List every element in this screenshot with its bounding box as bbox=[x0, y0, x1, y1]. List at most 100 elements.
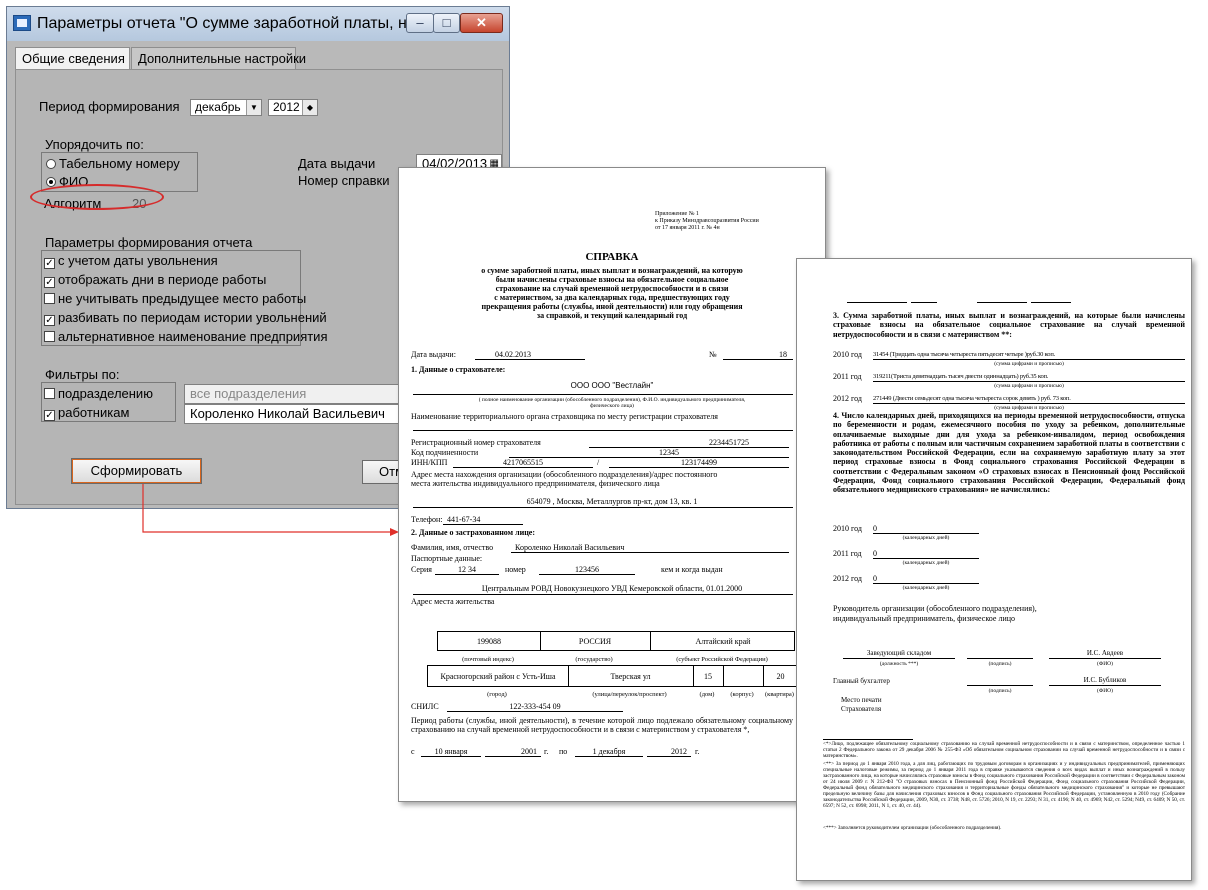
signature-line bbox=[967, 658, 1033, 659]
region-caption: (субъект Российской Федерации) bbox=[676, 656, 768, 663]
divider bbox=[413, 394, 793, 395]
series-label: Серия bbox=[411, 565, 432, 574]
postal-code: 199088 bbox=[477, 637, 501, 646]
kpp-value: 123174499 bbox=[609, 458, 789, 468]
inn-kpp-label: ИНН/КПП bbox=[411, 458, 448, 467]
section-1-title: 1. Данные о страхователе: bbox=[411, 365, 506, 374]
footnote-3: <***> Заполняется руководителем организа… bbox=[823, 825, 1002, 831]
days-2010-label: 2010 год bbox=[833, 524, 862, 533]
apartment-caption: (квартира) bbox=[765, 691, 794, 698]
fio-label: Фамилия, имя, отчество bbox=[411, 543, 494, 552]
phone-label: Телефон: bbox=[411, 515, 443, 524]
address-label-1: Адрес места нахождения организации (обос… bbox=[411, 470, 718, 479]
year-suffix: г. bbox=[544, 747, 549, 756]
year-2011-label: 2011 год bbox=[833, 372, 862, 381]
certificate-page-2: 3. Сумма заработной платы, иных выплат и… bbox=[796, 258, 1192, 881]
days-caption: (календарных дней) bbox=[902, 535, 950, 541]
country: РОССИЯ bbox=[578, 637, 612, 646]
signer-2-name: И.С. Бубликов bbox=[1049, 676, 1161, 686]
sum-caption: (сумма цифрами и прописью) bbox=[994, 383, 1064, 389]
appendix-line-1: Приложение № 1 bbox=[655, 211, 699, 217]
work-period-text: Период работы (службы, иной деятельности… bbox=[411, 716, 793, 735]
country-caption: (государство) bbox=[575, 656, 613, 663]
from-year: 2001 bbox=[485, 747, 541, 757]
divider bbox=[911, 302, 937, 303]
address-table-row-2: Красногорский район с Усть-Иша Тверская … bbox=[427, 665, 797, 687]
issued-by-value: Центральным РОВД Новокузнецкого УВД Кеме… bbox=[481, 584, 743, 593]
house-caption: (дом) bbox=[699, 691, 715, 698]
territorial-body-label: Наименование территориального органа стр… bbox=[411, 412, 718, 421]
passport-label: Паспортные данные: bbox=[411, 554, 483, 563]
section-4-text: 4. Число календарных дней, приходящихся … bbox=[833, 411, 1185, 495]
days-caption: (календарных дней) bbox=[902, 560, 950, 566]
days-2011-value: 0 bbox=[873, 549, 979, 559]
street-caption: (улица/переулок/проспект) bbox=[592, 691, 667, 698]
cell-divider bbox=[723, 666, 724, 686]
issued-by-label: кем и когда выдан bbox=[661, 565, 723, 574]
number-text: 18 bbox=[723, 350, 793, 360]
signature-caption: (подпись) bbox=[988, 661, 1012, 667]
signer-1-name: И.С. Авдеев bbox=[1049, 649, 1161, 659]
to-day: 1 декабря bbox=[575, 747, 643, 757]
residence-label: Адрес места жительства bbox=[411, 597, 495, 606]
fio-caption: (ФИО) bbox=[1097, 661, 1113, 667]
address-label-2: места жительства индивидуального предпри… bbox=[411, 479, 660, 488]
series-value: 12 34 bbox=[435, 565, 499, 575]
doc-subtitle-1: о сумме заработной платы, иных выплат и … bbox=[481, 266, 743, 275]
signer-1-position: Заведующий складом bbox=[843, 649, 955, 659]
section-3-text: 3. Сумма заработной платы, иных выплат и… bbox=[833, 311, 1185, 339]
org-note-2: физического лица) bbox=[590, 403, 634, 409]
phone-value: 441-67-34 bbox=[443, 515, 523, 525]
from-day: 10 января bbox=[421, 747, 481, 757]
subordination-label: Код подчиненности bbox=[411, 448, 479, 457]
doc-subtitle-2: были начислены страховые взносы на обяза… bbox=[495, 275, 729, 284]
appendix-line-3: от 17 января 2011 г. № 4н bbox=[655, 225, 720, 231]
city-caption: (город) bbox=[487, 691, 507, 698]
stamp-place-1: Место печати bbox=[841, 696, 882, 704]
snils-label: СНИЛС bbox=[411, 702, 439, 711]
head-text-2: индивидуальный предприниматель, физическ… bbox=[833, 614, 1016, 623]
signer-2-position: Главный бухгалтер bbox=[833, 677, 890, 685]
doc-subtitle-5: прекращения работы (службы, иной деятель… bbox=[481, 302, 743, 311]
inn-value: 4217065515 bbox=[453, 458, 593, 468]
address-table-row-1: 199088 РОССИЯ Алтайский край bbox=[437, 631, 795, 651]
days-caption: (календарных дней) bbox=[902, 585, 950, 591]
postal-code-caption: (почтовый индекс) bbox=[462, 656, 514, 663]
number-caption: № bbox=[709, 350, 717, 359]
apartment: 20 bbox=[776, 672, 785, 681]
certificate-page-1: Приложение № 1 к Приказу Минздравсоцразв… bbox=[398, 167, 826, 802]
number-label: номер bbox=[505, 565, 526, 574]
year-2010-label: 2010 год bbox=[833, 350, 862, 359]
doc-subtitle-6: за справкой, и текущий календарный год bbox=[536, 311, 688, 320]
divider bbox=[413, 507, 793, 508]
snils-value: 122-333-454 09 bbox=[447, 702, 623, 712]
street: Тверская ул bbox=[610, 672, 651, 681]
year-2010-value: 31454 (Тридцать одна тысяча четыреста пя… bbox=[873, 350, 1185, 360]
fio-value: Короленко Николай Васильевич bbox=[511, 543, 789, 553]
divider bbox=[413, 430, 793, 431]
appendix-line-2: к Приказу Минздравсоцразвития России bbox=[655, 218, 759, 224]
building-caption: (корпус) bbox=[730, 691, 754, 698]
doc-subtitle-3: страхование на случай временной нетрудос… bbox=[495, 284, 729, 293]
address-value: 654079 , Москва, Металлургов пр-кт, дом … bbox=[526, 497, 698, 506]
divider bbox=[1031, 302, 1071, 303]
year-2011-value: 319211(Триста девятнадцать тысяч двести … bbox=[873, 372, 1185, 382]
position-caption: (должность ***) bbox=[879, 661, 919, 667]
stamp-place-2: Страхователя bbox=[841, 705, 882, 713]
org-name: ООО ООО "Вестлайн" bbox=[570, 381, 654, 390]
year-2012-value: 271449 (Двести семьдесят одна тысяча чет… bbox=[873, 394, 1185, 404]
signature-line bbox=[967, 685, 1033, 686]
footnote-divider bbox=[823, 739, 913, 740]
from-label: с bbox=[411, 747, 415, 756]
reg-number-label: Регистрационный номер страхователя bbox=[411, 438, 541, 447]
footnote-1: <*>Лицо, подлежащее обязательному социал… bbox=[823, 741, 1185, 759]
divider bbox=[977, 302, 1027, 303]
fio-caption: (ФИО) bbox=[1097, 688, 1113, 694]
year-2012-label: 2012 год bbox=[833, 394, 862, 403]
passport-number-value: 123456 bbox=[539, 565, 635, 575]
year-suffix: г. bbox=[695, 747, 700, 756]
divider bbox=[847, 302, 907, 303]
house: 15 bbox=[704, 672, 712, 681]
doc-subtitle-4: с материнством, за два календарных года,… bbox=[494, 293, 730, 302]
days-2012-label: 2012 год bbox=[833, 574, 862, 583]
